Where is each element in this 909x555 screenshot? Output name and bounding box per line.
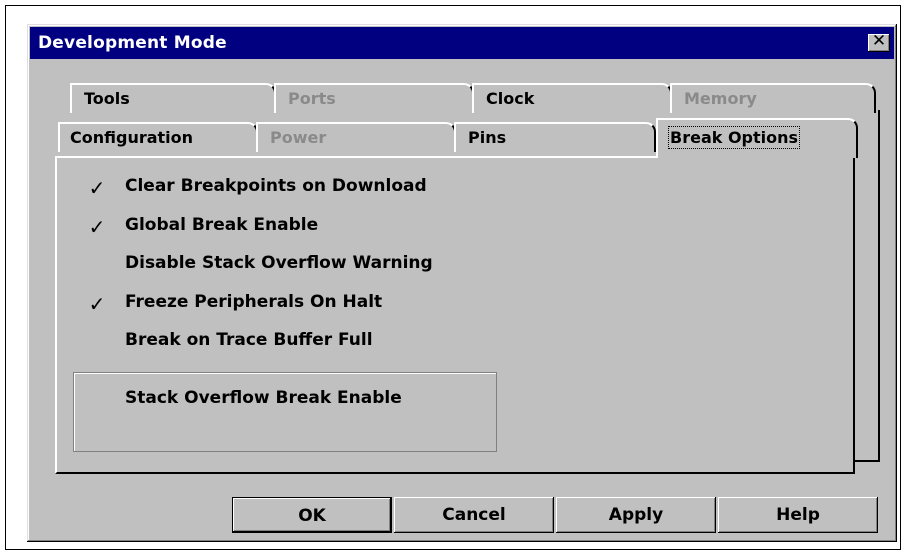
checkbox-box[interactable] — [87, 390, 107, 410]
apply-button[interactable]: Apply — [556, 497, 716, 533]
help-button[interactable]: Help — [718, 497, 878, 533]
help-button-label: Help — [776, 505, 820, 525]
tab-clock-label: Clock — [486, 89, 535, 108]
stack-overflow-group — [73, 372, 497, 452]
global-break-label: Global Break Enable — [125, 215, 319, 235]
break-options-panel: ✓ Clear Breakpoints on Download ✓ Global… — [55, 156, 855, 474]
check-icon: ✓ — [88, 215, 106, 239]
ok-button-label: OK — [298, 506, 326, 526]
cancel-button[interactable]: Cancel — [394, 497, 554, 533]
checkbox-box[interactable] — [87, 255, 107, 275]
close-button[interactable]: ✕ — [868, 31, 890, 52]
checkbox-box[interactable] — [87, 332, 107, 352]
disable-stack-overflow-warning-label: Disable Stack Overflow Warning — [125, 253, 433, 273]
stack-overflow-break-label: Stack Overflow Break Enable — [125, 388, 402, 408]
checkbox-box[interactable]: ✓ — [87, 176, 107, 200]
check-icon: ✓ — [88, 176, 106, 200]
tab-memory[interactable]: Memory — [670, 83, 876, 113]
tab-clock[interactable]: Clock — [472, 83, 672, 113]
checkbox-box[interactable]: ✓ — [87, 215, 107, 239]
close-icon: ✕ — [871, 31, 887, 51]
tab-configuration[interactable]: Configuration — [58, 122, 258, 152]
tab-ports[interactable]: Ports — [274, 83, 474, 113]
tab-break-options[interactable]: Break Options — [656, 118, 858, 158]
ok-button[interactable]: OK — [232, 497, 392, 533]
tab-power[interactable]: Power — [256, 122, 456, 152]
tab-pins[interactable]: Pins — [454, 122, 656, 152]
tab-configuration-label: Configuration — [70, 128, 194, 147]
break-on-trace-buffer-label: Break on Trace Buffer Full — [125, 330, 373, 350]
title-bar[interactable]: Development Mode ✕ — [30, 27, 894, 59]
tab-pins-label: Pins — [468, 128, 507, 147]
freeze-peripherals-label: Freeze Peripherals On Halt — [125, 292, 383, 312]
cancel-button-label: Cancel — [442, 505, 506, 525]
apply-button-label: Apply — [608, 505, 664, 525]
tab-power-label: Power — [270, 128, 327, 147]
tab-break-options-label: Break Options — [667, 126, 801, 149]
dialog-title: Development Mode — [38, 33, 227, 53]
tab-memory-label: Memory — [684, 89, 757, 108]
tab-tools-label: Tools — [84, 89, 130, 108]
check-icon: ✓ — [88, 292, 106, 316]
clear-breakpoints-label: Clear Breakpoints on Download — [125, 176, 427, 196]
tab-tools[interactable]: Tools — [70, 83, 276, 113]
tab-ports-label: Ports — [288, 89, 336, 108]
checkbox-box[interactable]: ✓ — [87, 292, 107, 316]
